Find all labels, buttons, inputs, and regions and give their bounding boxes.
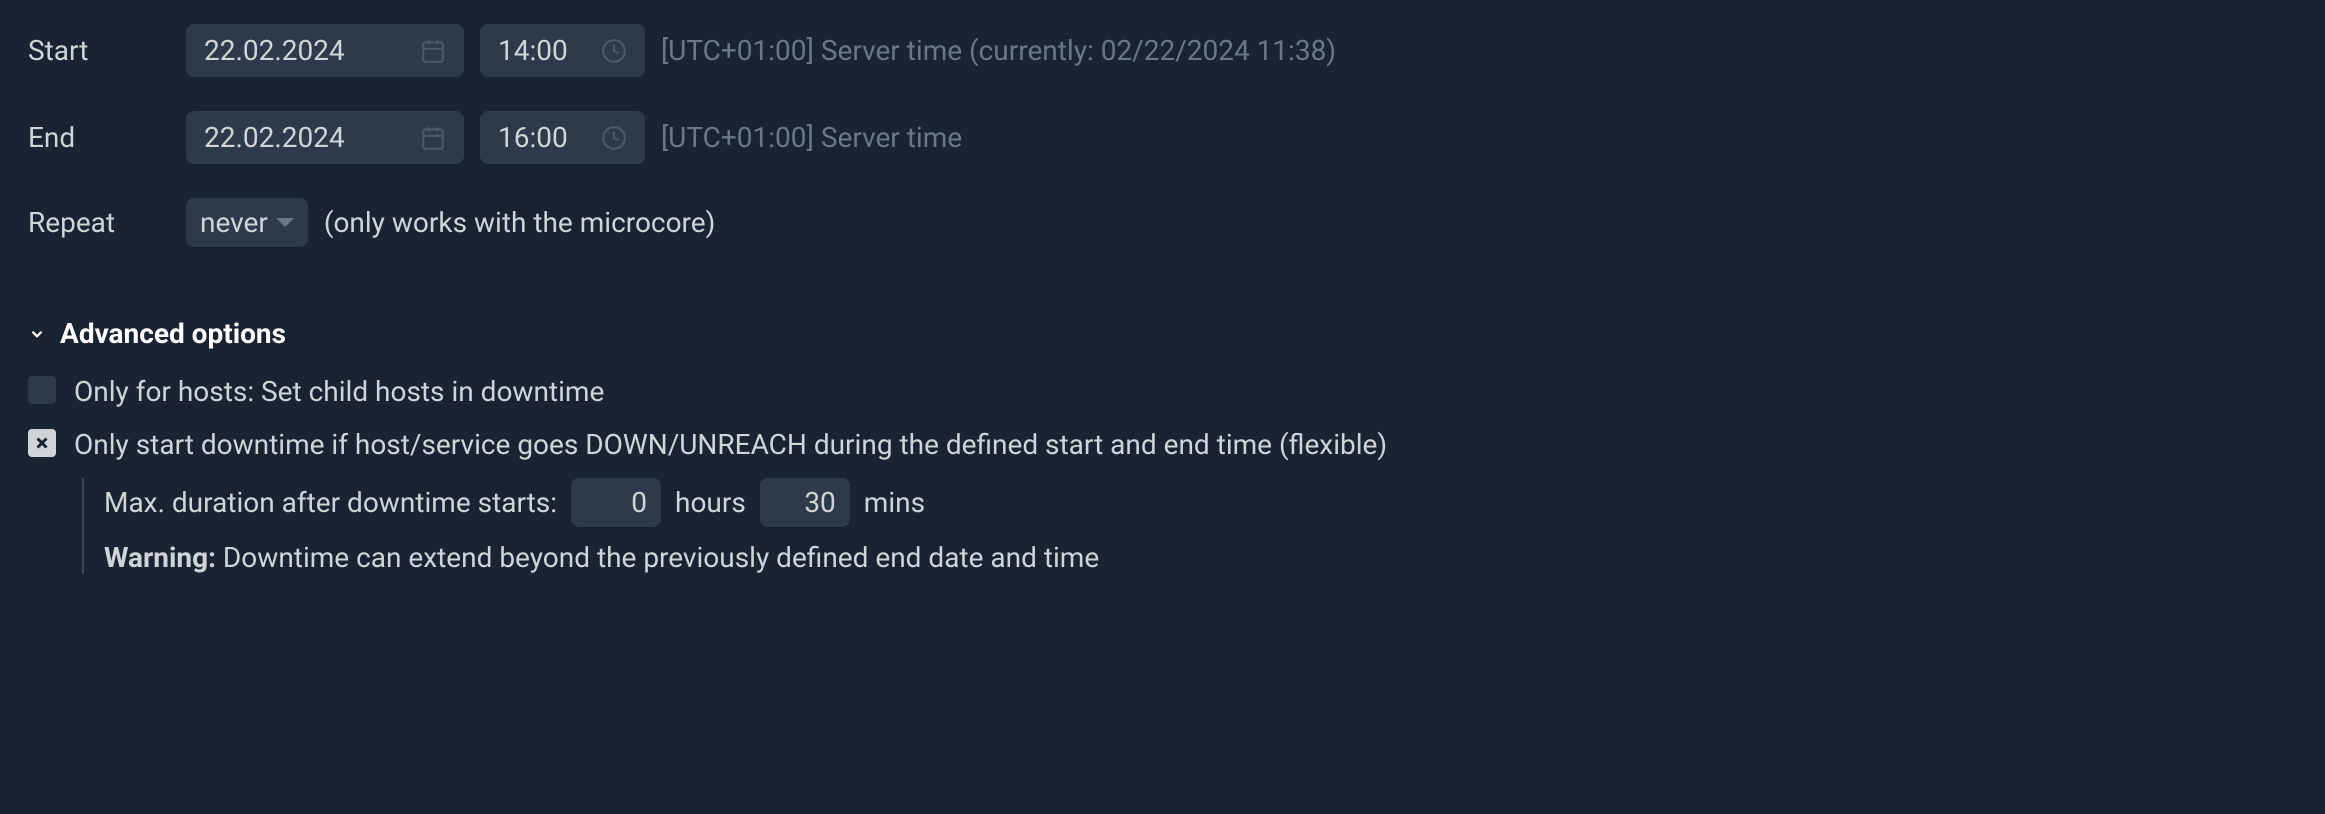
advanced-toggle[interactable]: Advanced options [28,317,2297,350]
advanced-section: Advanced options Only for hosts: Set chi… [28,317,2297,574]
start-help-text: [UTC+01:00] Server time (currently: 02/2… [661,34,1336,67]
child-hosts-label: Only for hosts: Set child hosts in downt… [74,372,604,411]
repeat-note: (only works with the microcore) [324,206,716,239]
end-date-value: 22.02.2024 [204,121,345,154]
hours-unit: hours [675,486,746,519]
clock-icon [601,38,627,64]
chevron-down-icon [28,325,46,343]
end-row: End 22.02.2024 16:00 [UTC+01:00] Server … [28,111,2297,164]
dropdown-arrow-icon [276,218,294,227]
start-date-input[interactable]: 22.02.2024 [186,24,464,77]
advanced-title: Advanced options [60,317,286,350]
duration-mins-input[interactable]: 30 [760,478,850,527]
warning-row: Warning: Downtime can extend beyond the … [104,541,2297,574]
start-label: Start [28,34,170,67]
flexible-sub-section: Max. duration after downtime starts: 0 h… [82,478,2297,574]
repeat-row: Repeat never (only works with the microc… [28,198,2297,247]
end-label: End [28,121,170,154]
child-hosts-checkbox[interactable] [28,376,56,404]
start-date-value: 22.02.2024 [204,34,345,67]
start-time-value: 14:00 [498,34,568,67]
duration-hours-input[interactable]: 0 [571,478,661,527]
calendar-icon [420,38,446,64]
flexible-row: Only start downtime if host/service goes… [28,425,2297,464]
repeat-select[interactable]: never [186,198,308,247]
start-time-input[interactable]: 14:00 [480,24,645,77]
warning-label: Warning: [104,541,216,574]
repeat-label: Repeat [28,206,170,239]
mins-unit: mins [864,486,925,519]
end-time-input[interactable]: 16:00 [480,111,645,164]
child-hosts-row: Only for hosts: Set child hosts in downt… [28,372,2297,411]
end-help-text: [UTC+01:00] Server time [661,121,962,154]
flexible-label: Only start downtime if host/service goes… [74,425,1387,464]
duration-row: Max. duration after downtime starts: 0 h… [104,478,2297,527]
flexible-checkbox[interactable] [28,429,56,457]
start-row: Start 22.02.2024 14:00 [UTC+01:00] Serve… [28,24,2297,77]
repeat-value: never [200,206,268,239]
end-date-input[interactable]: 22.02.2024 [186,111,464,164]
calendar-icon [420,125,446,151]
clock-icon [601,125,627,151]
duration-label: Max. duration after downtime starts: [104,486,557,519]
end-time-value: 16:00 [498,121,568,154]
warning-text: Downtime can extend beyond the previousl… [216,541,1099,574]
